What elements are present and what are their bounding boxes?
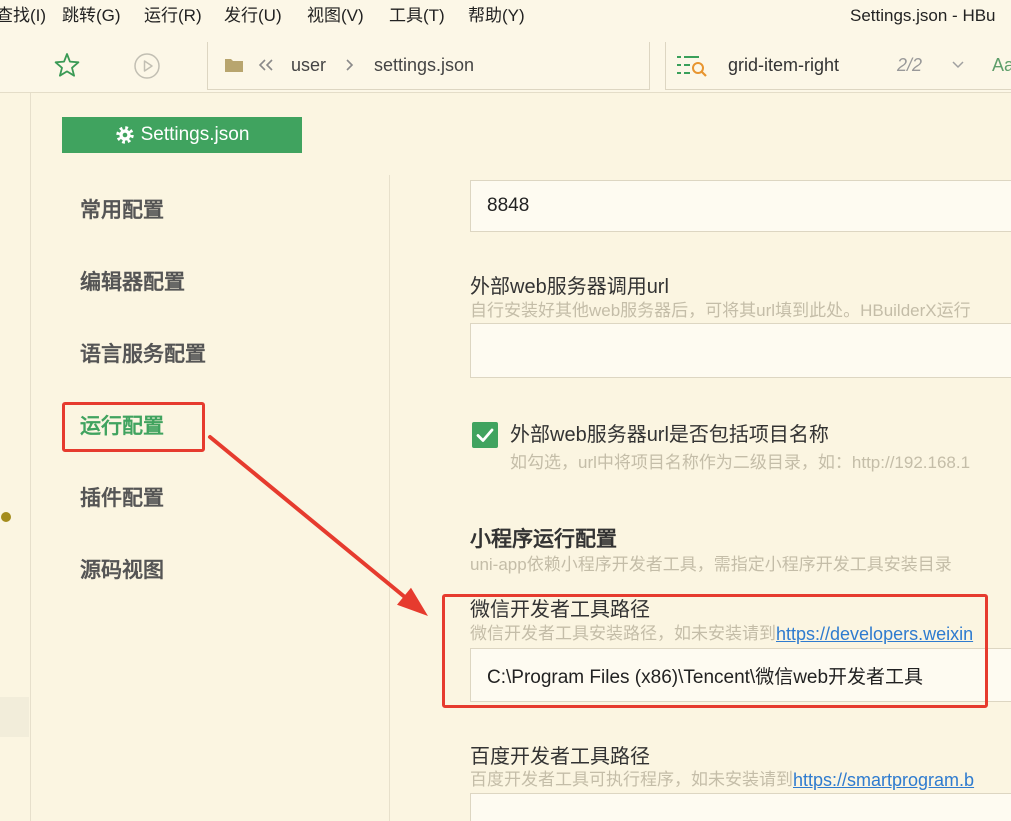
nav-item-general[interactable]: 常用配置 [80, 196, 164, 226]
port-input[interactable] [470, 180, 1011, 232]
side-strip-selection[interactable] [0, 697, 29, 737]
menu-publish[interactable]: 发行(U) [224, 3, 282, 29]
highlight-box-run-nav [62, 402, 205, 452]
nav-item-editor[interactable]: 编辑器配置 [80, 268, 185, 298]
nav-item-language-service[interactable]: 语言服务配置 [80, 340, 206, 370]
baidu-path-description: 百度开发者工具可执行程序，如未安装请到 https://smartprogram… [470, 768, 1011, 792]
menu-goto[interactable]: 跳转(G) [62, 3, 121, 29]
list-search-icon [677, 56, 707, 77]
side-strip-divider [30, 93, 31, 821]
double-chevron-left-icon[interactable] [257, 57, 275, 73]
star-icon[interactable] [53, 52, 81, 80]
external-url-input[interactable] [470, 323, 1011, 378]
include-project-name-checkbox[interactable] [472, 422, 498, 448]
highlight-box-wechat-path [442, 594, 988, 708]
toolbar-divider [0, 92, 1011, 93]
side-strip-marker [1, 512, 11, 522]
chevron-down-icon[interactable] [951, 59, 965, 71]
content-divider [389, 175, 390, 821]
settings-header-button[interactable]: Settings.json [62, 117, 302, 153]
include-project-name-description: 如勾选，url中将项目名称作为二级目录，如：http://192.168.1 [510, 453, 971, 472]
external-url-label: 外部web服务器调用url [470, 276, 669, 298]
baidu-download-link[interactable]: https://smartprogram.b [793, 768, 1011, 792]
play-circle-icon[interactable] [133, 52, 161, 80]
miniprogram-section-title: 小程序运行配置 [470, 528, 617, 551]
folder-icon [225, 59, 243, 72]
settings-header-title: Settings.json [140, 124, 250, 145]
match-case-toggle[interactable]: Aa [992, 52, 1011, 78]
baidu-path-label: 百度开发者工具路径 [470, 746, 650, 768]
nav-item-plugins[interactable]: 插件配置 [80, 484, 164, 514]
checkmark-icon [476, 428, 494, 442]
nav-item-source-view[interactable]: 源码视图 [80, 556, 164, 586]
gear-icon [115, 126, 134, 144]
menu-view[interactable]: 视图(V) [307, 3, 364, 29]
baidu-path-description-text: 百度开发者工具可执行程序，如未安装请到 [470, 770, 793, 789]
chevron-right-icon [346, 59, 354, 71]
menu-find[interactable]: 查找(I) [0, 3, 46, 29]
breadcrumb-item-user[interactable]: user [291, 52, 326, 78]
breadcrumb-item-file[interactable]: settings.json [374, 52, 474, 78]
menu-help[interactable]: 帮助(Y) [468, 3, 525, 29]
miniprogram-section-description: uni-app依赖小程序开发者工具，需指定小程序开发工具安装目录 [470, 555, 952, 574]
include-project-name-label[interactable]: 外部web服务器url是否包括项目名称 [510, 422, 829, 448]
external-url-description: 自行安装好其他web服务器后，可将其url填到此处。HBuilderX运行 [470, 301, 971, 320]
window-title: Settings.json - HBu [850, 6, 996, 25]
menu-tools[interactable]: 工具(T) [389, 3, 445, 29]
find-match-count: 2/2 [897, 55, 923, 75]
find-query[interactable]: grid-item-right [728, 52, 839, 78]
menu-run[interactable]: 运行(R) [144, 3, 202, 29]
settings-window: 查找(I) 跳转(G) 运行(R) 发行(U) 视图(V) 工具(T) 帮助(Y… [0, 0, 1011, 821]
baidu-path-input[interactable] [470, 793, 1011, 821]
